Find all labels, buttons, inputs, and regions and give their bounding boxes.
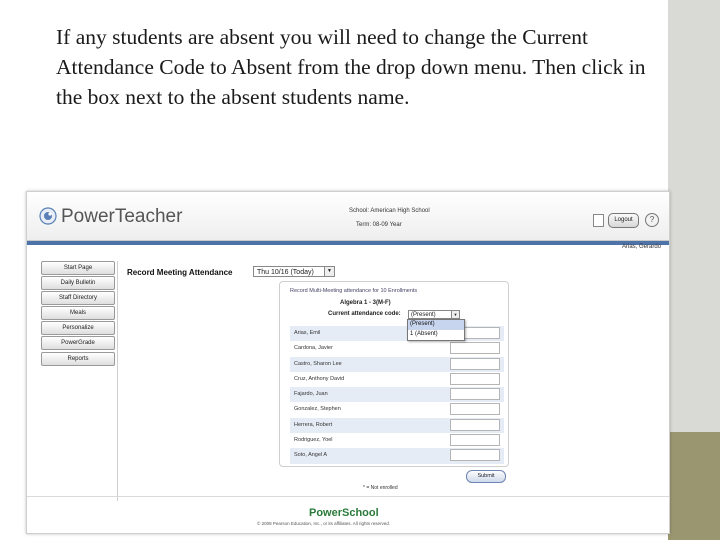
chevron-down-icon[interactable]: ▼ — [451, 311, 459, 318]
chevron-down-icon[interactable]: ▼ — [324, 267, 334, 276]
student-row: Fajardo, Juan — [290, 387, 504, 403]
student-row: Soto, Angel A — [290, 448, 504, 464]
attendance-code-dropdown[interactable]: (Present) 1 (Absent) — [407, 319, 465, 341]
sidebar-item-daily-bulletin[interactable]: Daily Bulletin — [41, 276, 115, 291]
student-row: Castro, Sharon Lee — [290, 356, 504, 372]
copyright-text: © 2008 Pearson Education, Inc., or its a… — [257, 521, 391, 526]
current-code-value: (Present) — [411, 312, 436, 318]
student-name: Cardona, Javier — [294, 345, 333, 352]
document-icon[interactable] — [593, 214, 604, 227]
attendance-cell[interactable] — [450, 434, 500, 447]
school-label: School: American High School — [349, 208, 430, 214]
attendance-cell[interactable] — [450, 449, 500, 462]
student-row: Herrera, Robert — [290, 417, 504, 434]
attendance-cell[interactable] — [450, 403, 500, 416]
student-name: Cruz, Anthony David — [294, 375, 345, 382]
sidebar-item-powergrade[interactable]: PowerGrade — [41, 336, 115, 351]
student-name: Soto, Angel A — [294, 452, 328, 459]
attendance-cell[interactable] — [450, 342, 500, 355]
student-name: Fajardo, Juan — [294, 391, 328, 398]
top-bar: PowerTeacher School: American High Schoo… — [27, 192, 669, 241]
sidebar: Start Page Daily Bulletin Staff Director… — [41, 261, 115, 367]
panel-instruction: Record Multi-Meeting attendance for 10 E… — [290, 288, 418, 294]
student-row: Cruz, Anthony David — [290, 371, 504, 388]
student-row: Gonzalez, Stephen — [290, 402, 504, 418]
powerteacher-logo-icon — [39, 207, 57, 225]
legend-note: * = Not enrolled — [363, 485, 398, 491]
current-code-label: Current attendance code: — [328, 311, 401, 317]
attendance-cell[interactable] — [450, 388, 500, 401]
student-name: Castro, Sharon Lee — [294, 360, 342, 367]
sidebar-item-staff-directory[interactable]: Staff Directory — [41, 291, 115, 306]
instruction-text: If any students are absent you will need… — [56, 25, 646, 109]
sidebar-divider — [117, 261, 118, 501]
date-select-value: Thu 10/16 (Today) — [257, 269, 314, 276]
student-name: Gonzalez, Stephen — [294, 406, 341, 413]
submit-button[interactable]: Submit — [466, 470, 506, 483]
slide-side-band-accent — [668, 432, 720, 540]
footer-divider — [27, 496, 669, 497]
student-list: Arias, Emil Cardona, Javier Castro, Shar… — [290, 326, 504, 464]
sidebar-item-reports[interactable]: Reports — [41, 351, 115, 366]
powerteacher-screenshot: PowerTeacher School: American High Schoo… — [26, 191, 670, 534]
nav-accent-bar — [27, 241, 669, 245]
attendance-panel: Record Multi-Meeting attendance for 10 E… — [279, 281, 509, 467]
sidebar-item-meals[interactable]: Meals — [41, 306, 115, 321]
date-select[interactable]: Thu 10/16 (Today) ▼ — [253, 266, 335, 277]
app-logo-text: PowerTeacher — [61, 206, 183, 227]
dropdown-option-present[interactable]: (Present) — [408, 320, 464, 330]
current-code-select[interactable]: (Present) ▼ — [408, 310, 460, 319]
user-name: Arias, Gerardo — [621, 244, 661, 250]
student-name: Rodriguez, Yoel — [294, 437, 333, 444]
student-name: Herrera, Robert — [294, 421, 333, 428]
attendance-cell[interactable] — [450, 418, 500, 431]
term-label: Term: 08-09 Year — [356, 222, 402, 228]
help-icon[interactable]: ? — [645, 213, 659, 227]
logout-button[interactable]: Logout — [608, 213, 639, 228]
student-row: Cardona, Javier — [290, 341, 504, 357]
powerschool-logo: PowerSchool — [309, 507, 379, 519]
student-row: Arias, Emil — [290, 326, 504, 342]
course-title: Algebra 1 - 3(M-F) — [340, 300, 391, 306]
page-title: Record Meeting Attendance — [127, 268, 233, 277]
dropdown-option-absent[interactable]: 1 (Absent) — [408, 330, 464, 340]
student-row: Rodriguez, Yoel — [290, 433, 504, 449]
attendance-cell[interactable] — [450, 372, 500, 385]
sidebar-item-personalize[interactable]: Personalize — [41, 321, 115, 336]
attendance-cell[interactable] — [450, 357, 500, 370]
sidebar-item-start-page[interactable]: Start Page — [41, 261, 115, 275]
student-name: Arias, Emil — [294, 330, 321, 336]
